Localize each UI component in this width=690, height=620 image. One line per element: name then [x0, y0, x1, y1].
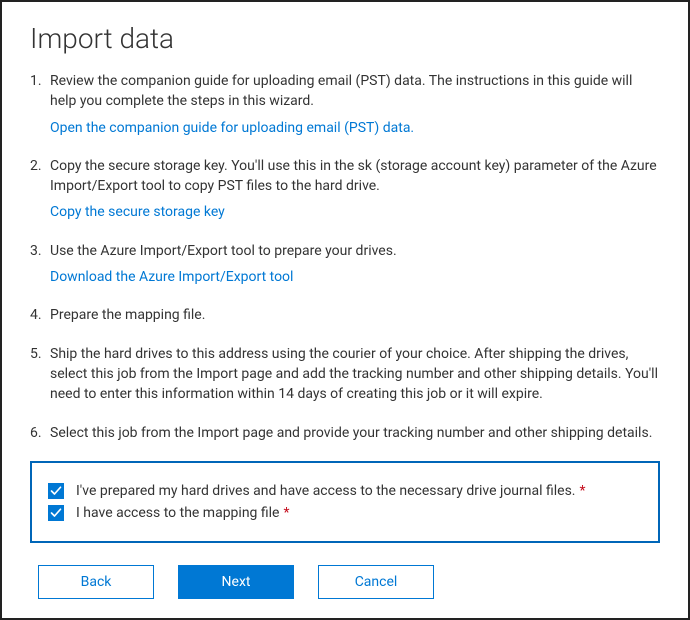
- step-text: Prepare the mapping file.: [50, 307, 205, 323]
- check-icon: [50, 485, 62, 497]
- confirm-mapping-label: I have access to the mapping file*: [76, 505, 290, 521]
- confirm-drives-row: I've prepared my hard drives and have ac…: [48, 483, 642, 499]
- step-text: Select this job from the Import page and…: [50, 425, 652, 441]
- steps-list: Review the companion guide for uploading…: [30, 71, 660, 443]
- step-2: Copy the secure storage key. You'll use …: [30, 156, 660, 223]
- step-text: Use the Azure Import/Export tool to prep…: [50, 243, 397, 259]
- step-1: Review the companion guide for uploading…: [30, 71, 660, 138]
- step-4: Prepare the mapping file.: [30, 305, 660, 325]
- confirm-mapping-text: I have access to the mapping file: [76, 505, 279, 521]
- confirm-mapping-row: I have access to the mapping file*: [48, 505, 642, 521]
- confirmation-section: I've prepared my hard drives and have ac…: [30, 461, 660, 543]
- download-tool-link[interactable]: Download the Azure Import/Export tool: [50, 267, 660, 287]
- wizard-panel: Import data Review the companion guide f…: [0, 0, 690, 620]
- cancel-button[interactable]: Cancel: [318, 565, 434, 599]
- page-title: Import data: [30, 22, 660, 55]
- step-5: Ship the hard drives to this address usi…: [30, 344, 660, 405]
- check-icon: [50, 507, 62, 519]
- confirm-drives-label: I've prepared my hard drives and have ac…: [76, 483, 586, 499]
- step-text: Ship the hard drives to this address usi…: [50, 346, 658, 403]
- required-marker: *: [580, 483, 586, 499]
- confirm-drives-text: I've prepared my hard drives and have ac…: [76, 483, 576, 499]
- companion-guide-link[interactable]: Open the companion guide for uploading e…: [50, 118, 660, 138]
- confirm-drives-checkbox[interactable]: [48, 483, 64, 499]
- step-text: Review the companion guide for uploading…: [50, 73, 632, 109]
- step-6: Select this job from the Import page and…: [30, 423, 660, 443]
- button-row: Back Next Cancel: [30, 565, 660, 599]
- back-button[interactable]: Back: [38, 565, 154, 599]
- copy-storage-key-link[interactable]: Copy the secure storage key: [50, 202, 660, 222]
- step-text: Copy the secure storage key. You'll use …: [50, 158, 657, 194]
- step-3: Use the Azure Import/Export tool to prep…: [30, 241, 660, 288]
- next-button[interactable]: Next: [178, 565, 294, 599]
- required-marker: *: [283, 505, 289, 521]
- confirm-mapping-checkbox[interactable]: [48, 505, 64, 521]
